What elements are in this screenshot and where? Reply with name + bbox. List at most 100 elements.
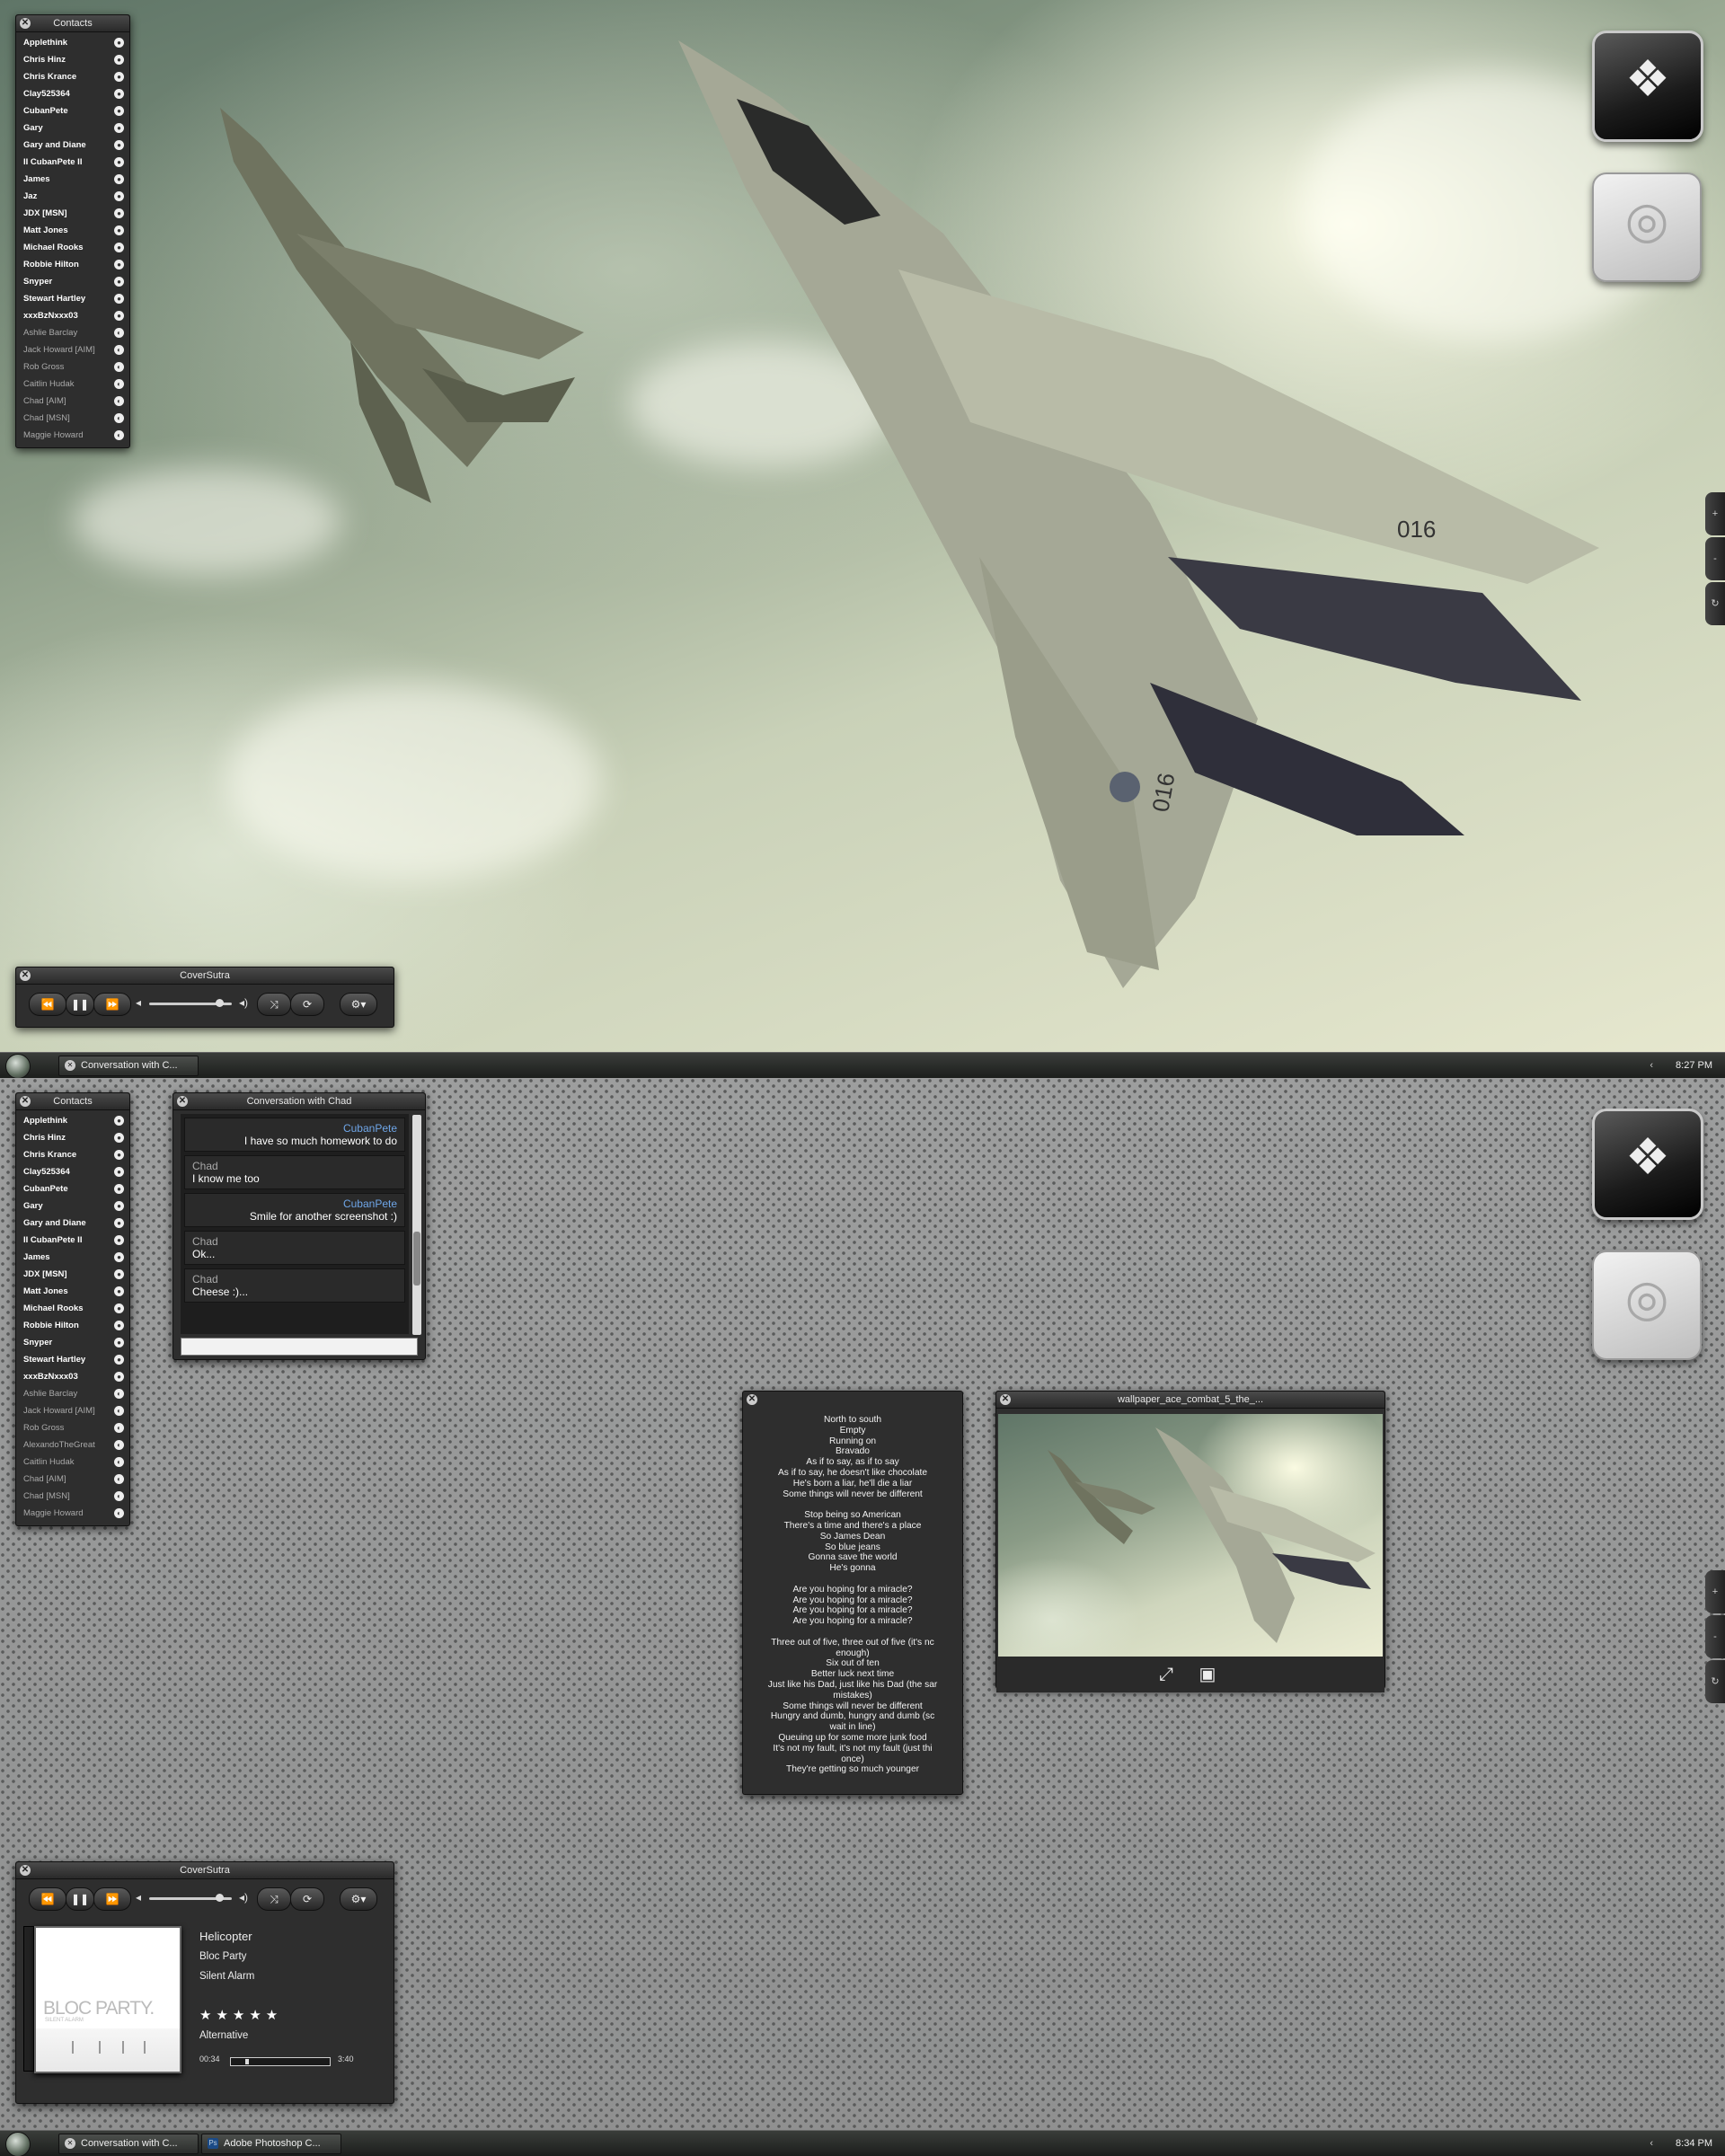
contact-item[interactable]: Matt Jones ● (16, 1283, 129, 1300)
chat-message-input[interactable] (181, 1338, 418, 1356)
shuffle-button[interactable]: ⤨ (257, 993, 291, 1016)
contact-item[interactable]: Clay525364 ● (16, 85, 129, 102)
previous-button[interactable]: ⏪ (29, 993, 66, 1016)
contact-item[interactable]: Ashlie Barclay ◐ (16, 1385, 129, 1402)
lyrics-title-bar[interactable]: ✕ (743, 1392, 962, 1408)
contact-item[interactable]: Robbie Hilton ● (16, 256, 129, 273)
progress-knob[interactable] (244, 2059, 249, 2064)
contact-item[interactable]: Rob Gross ◐ (16, 358, 129, 376)
contact-item[interactable]: Michael Rooks ● (16, 239, 129, 256)
close-icon[interactable]: ✕ (1000, 1394, 1011, 1405)
taskbar-button-conversation[interactable]: ✕ Conversation with C... (58, 2134, 199, 2154)
contact-item[interactable]: Chris Hinz ● (16, 51, 129, 68)
previous-button[interactable]: ⏪ (29, 1887, 66, 1911)
close-icon[interactable]: ✕ (20, 18, 31, 29)
album-cover[interactable]: BLOC PARTY. SILENT ALARM (34, 1926, 181, 2073)
contact-item[interactable]: Gary ● (16, 1197, 129, 1215)
side-tab-refresh[interactable]: ↻ (1705, 582, 1725, 625)
cover-flow-strip[interactable] (23, 1926, 34, 2072)
settings-button[interactable]: ⚙▾ (340, 993, 377, 1016)
repeat-button[interactable]: ⟳ (290, 993, 324, 1016)
contact-item[interactable]: II CubanPete II ● (16, 1232, 129, 1249)
contact-item[interactable]: Rob Gross ◐ (16, 1419, 129, 1436)
player-title-bar[interactable]: ✕ CoverSutra (16, 968, 394, 985)
track-progress-bar[interactable] (230, 2057, 331, 2066)
contact-item[interactable]: Chad [MSN] ◐ (16, 1488, 129, 1505)
side-tab-refresh[interactable]: ↻ (1705, 1660, 1725, 1703)
contact-item[interactable]: Chad [MSN] ◐ (16, 410, 129, 427)
side-tab-remove[interactable]: - (1705, 537, 1725, 580)
set-wallpaper-icon[interactable]: ▣ (1196, 1663, 1219, 1686)
contact-item[interactable]: Applethink ● (16, 1112, 129, 1129)
contacts-title-bar[interactable]: ✕ Contacts (16, 15, 129, 32)
contact-item[interactable]: Gary and Diane ● (16, 1215, 129, 1232)
contact-item[interactable]: Stewart Hartley ● (16, 290, 129, 307)
contact-item[interactable]: CubanPete ● (16, 102, 129, 119)
hard-drive-icon[interactable]: ◎ (1592, 172, 1702, 282)
boot-camp-drive-icon[interactable]: ❖ (1592, 31, 1703, 142)
side-tab-add[interactable]: + (1705, 492, 1725, 535)
rating-stars[interactable]: ★★★★★ (199, 2007, 282, 2023)
next-button[interactable]: ⏩ (93, 1887, 131, 1911)
tray-chevron-icon[interactable]: ‹ (1650, 2131, 1653, 2156)
close-icon[interactable]: ✕ (177, 1096, 188, 1107)
contact-item[interactable]: Robbie Hilton ● (16, 1317, 129, 1334)
start-button[interactable] (5, 1054, 31, 1078)
fullscreen-icon[interactable]: ⤢ (1154, 1663, 1178, 1686)
taskbar-button-conversation[interactable]: ✕ Conversation with C... (58, 1056, 199, 1076)
contact-item[interactable]: Ashlie Barclay ◐ (16, 324, 129, 341)
close-icon[interactable]: ✕ (20, 1865, 31, 1876)
tray-chevron-icon[interactable]: ‹ (1650, 1053, 1653, 1078)
viewer-title-bar[interactable]: ✕ wallpaper_ace_combat_5_the_... (996, 1392, 1384, 1409)
contact-item[interactable]: James ● (16, 171, 129, 188)
contact-item[interactable]: Chris Hinz ● (16, 1129, 129, 1146)
settings-button[interactable]: ⚙▾ (340, 1887, 377, 1911)
contact-item[interactable]: xxxBzNxxx03 ● (16, 1368, 129, 1385)
side-tab-remove[interactable]: - (1705, 1615, 1725, 1658)
boot-camp-drive-icon[interactable]: ❖ (1592, 1109, 1703, 1220)
chat-title-bar[interactable]: ✕ Conversation with Chad (173, 1093, 425, 1110)
contact-item[interactable]: Chad [AIM] ◐ (16, 1471, 129, 1488)
contact-item[interactable]: Jack Howard [AIM] ◐ (16, 1402, 129, 1419)
pause-button[interactable]: ❚❚ (66, 993, 94, 1016)
contact-item[interactable]: JDX [MSN] ● (16, 205, 129, 222)
contact-item[interactable]: Clay525364 ● (16, 1163, 129, 1180)
contact-item[interactable]: Caitlin Hudak ◐ (16, 1454, 129, 1471)
volume-knob[interactable] (216, 1894, 225, 1902)
close-icon[interactable]: ✕ (20, 970, 31, 981)
contact-item[interactable]: Jaz ● (16, 188, 129, 205)
contact-item[interactable]: Matt Jones ● (16, 222, 129, 239)
contact-item[interactable]: Gary and Diane ● (16, 137, 129, 154)
contact-item[interactable]: Snyper ● (16, 273, 129, 290)
contact-item[interactable]: Chad [AIM] ◐ (16, 393, 129, 410)
contact-item[interactable]: Stewart Hartley ● (16, 1351, 129, 1368)
contact-item[interactable]: II CubanPete II ● (16, 154, 129, 171)
contact-item[interactable]: Snyper ● (16, 1334, 129, 1351)
player-title-bar[interactable]: ✕ CoverSutra (16, 1862, 394, 1879)
start-button[interactable] (5, 2132, 31, 2156)
contact-item[interactable]: Gary ● (16, 119, 129, 137)
contact-item[interactable]: Maggie Howard ◐ (16, 427, 129, 444)
contact-item[interactable]: CubanPete ● (16, 1180, 129, 1197)
shuffle-button[interactable]: ⤨ (257, 1887, 291, 1911)
contact-item[interactable]: Chris Krance ● (16, 68, 129, 85)
next-button[interactable]: ⏩ (93, 993, 131, 1016)
contact-item[interactable]: Applethink ● (16, 34, 129, 51)
repeat-button[interactable]: ⟳ (290, 1887, 324, 1911)
hard-drive-icon[interactable]: ◎ (1592, 1250, 1702, 1360)
taskbar-button-photoshop[interactable]: Ps Adobe Photoshop C... (201, 2134, 341, 2154)
close-icon[interactable]: ✕ (747, 1394, 757, 1405)
side-tab-add[interactable]: + (1705, 1570, 1725, 1613)
contact-item[interactable]: James ● (16, 1249, 129, 1266)
contact-item[interactable]: JDX [MSN] ● (16, 1266, 129, 1283)
chat-scrollbar[interactable] (412, 1115, 421, 1335)
contact-item[interactable]: Maggie Howard ◐ (16, 1505, 129, 1522)
contact-item[interactable]: AlexandoTheGreat ◐ (16, 1436, 129, 1454)
close-icon[interactable]: ✕ (20, 1096, 31, 1107)
volume-knob[interactable] (216, 999, 225, 1007)
contact-item[interactable]: Chris Krance ● (16, 1146, 129, 1163)
contacts-title-bar[interactable]: ✕ Contacts (16, 1093, 129, 1110)
contact-item[interactable]: Jack Howard [AIM] ◐ (16, 341, 129, 358)
chat-scrollbar-thumb[interactable] (413, 1232, 420, 1286)
contact-item[interactable]: Michael Rooks ● (16, 1300, 129, 1317)
